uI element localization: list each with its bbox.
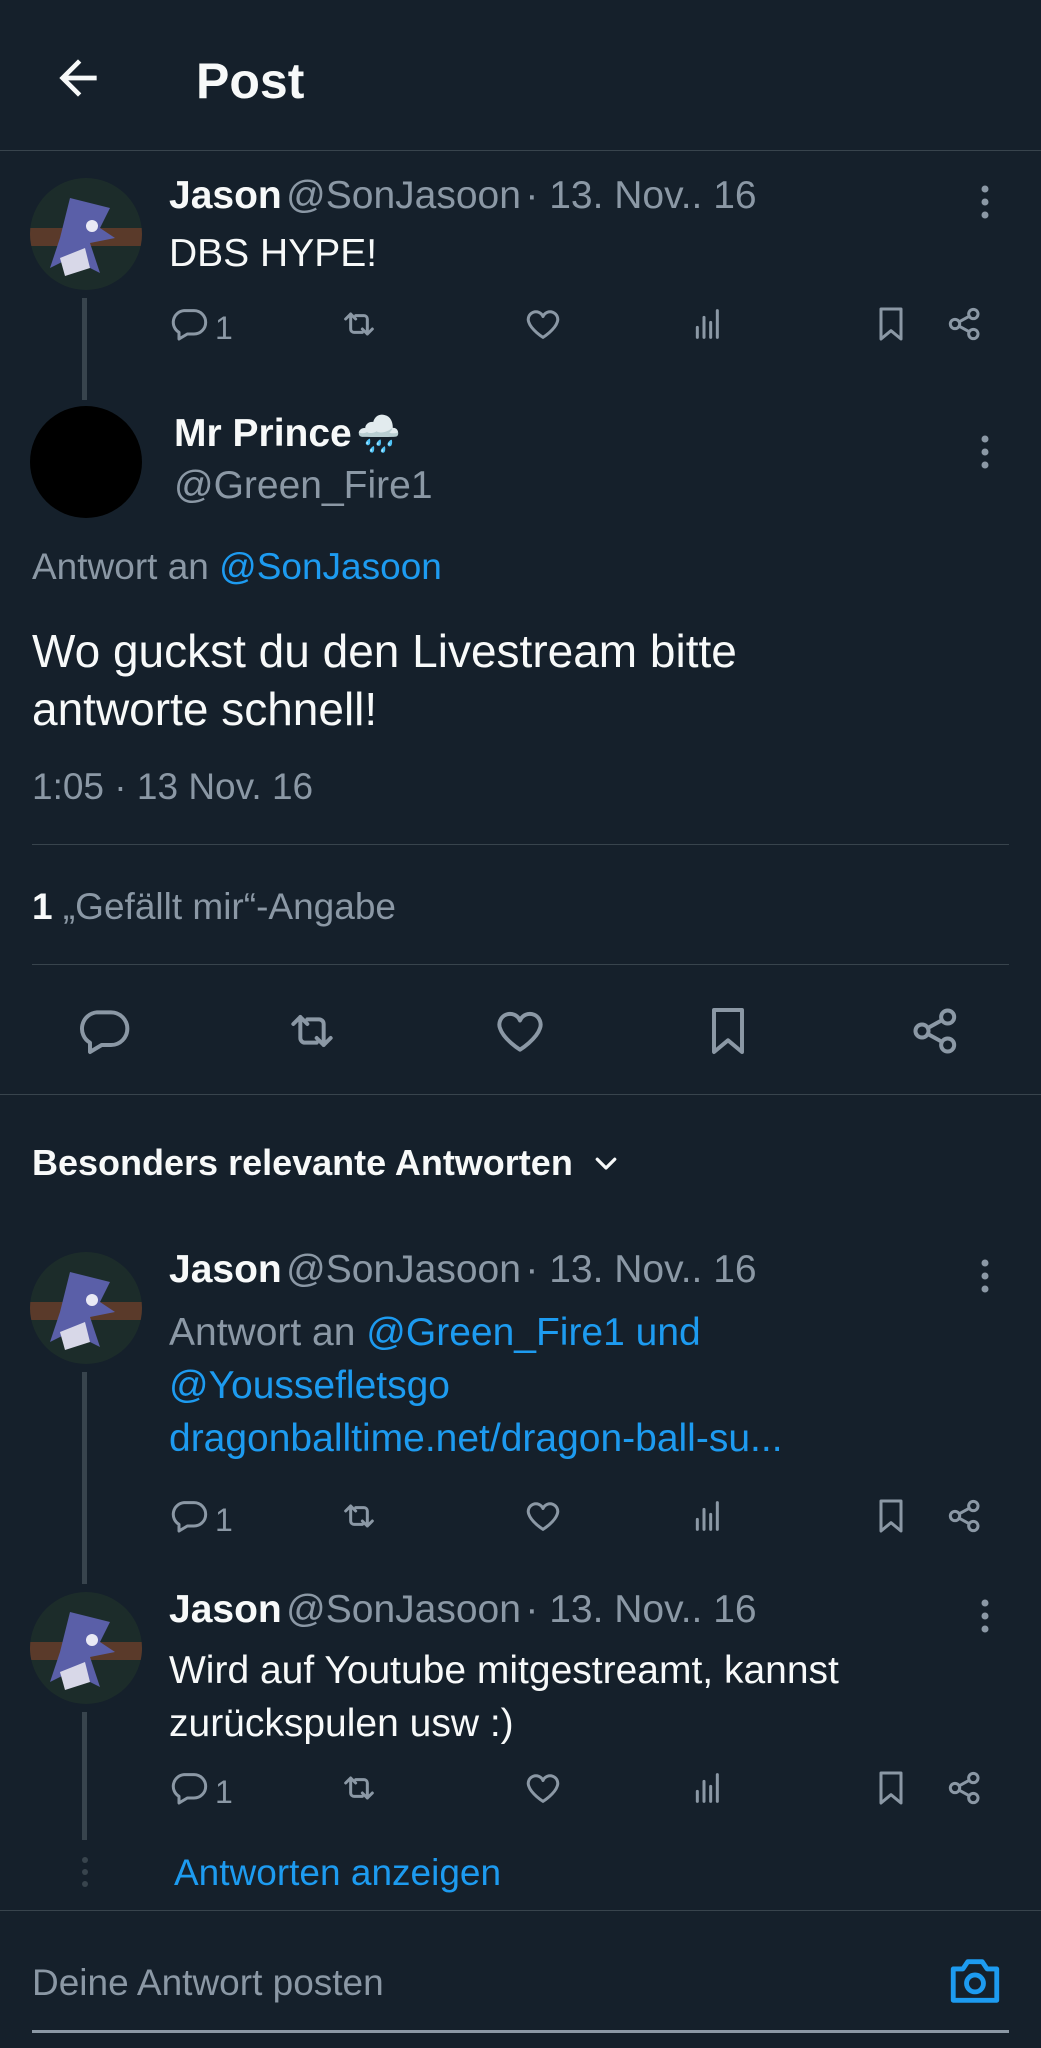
like-icon[interactable] xyxy=(523,1496,567,1540)
like-icon[interactable] xyxy=(523,304,567,348)
author-handle[interactable]: @Green_Fire1 xyxy=(174,464,433,508)
thread-line xyxy=(82,1712,87,1840)
top-bar: Post xyxy=(0,0,1041,151)
bookmark-icon[interactable] xyxy=(871,1496,915,1540)
views-icon[interactable] xyxy=(689,1768,733,1812)
thread-line xyxy=(82,298,87,400)
author-handle[interactable]: @SonJasoon xyxy=(286,1588,521,1631)
more-icon[interactable] xyxy=(980,1598,990,1634)
reply-icon[interactable] xyxy=(76,1003,132,1059)
bookmark-icon[interactable] xyxy=(871,1768,915,1812)
avatar[interactable] xyxy=(30,178,142,290)
avatar[interactable] xyxy=(30,406,142,518)
back-arrow-icon[interactable] xyxy=(50,50,106,106)
post-text: Wo guckst du den Livestream bitte antwor… xyxy=(32,625,737,735)
bookmark-icon[interactable] xyxy=(700,1003,756,1059)
avatar[interactable] xyxy=(30,1252,142,1364)
likes-summary[interactable]: 1 „Gefällt mir“-Angabe xyxy=(32,886,396,928)
divider xyxy=(32,964,1009,965)
reply-context: Antwort an @Green_Fire1 und @Yousseflets… xyxy=(169,1306,783,1465)
mention-link[interactable]: @Green_Fire1 und xyxy=(366,1311,700,1354)
reply-input[interactable]: Deine Antwort posten xyxy=(32,1962,384,2004)
share-icon[interactable] xyxy=(908,1003,964,1059)
share-icon[interactable] xyxy=(945,1768,989,1812)
reply-context: Antwort an @SonJasoon xyxy=(32,546,442,587)
retweet-icon[interactable] xyxy=(339,1768,383,1812)
reply-icon[interactable] xyxy=(169,1496,213,1540)
show-replies-link[interactable]: Antworten anzeigen xyxy=(174,1852,501,1894)
share-icon[interactable] xyxy=(945,304,989,348)
author-name[interactable]: Mr Prince xyxy=(174,412,352,455)
post-date: · 13. Nov.. 16 xyxy=(525,174,757,217)
post-text: DBS HYPE! xyxy=(169,232,378,275)
action-bar: 1 xyxy=(169,302,999,350)
reply-count: 1 xyxy=(215,1774,233,1810)
like-icon[interactable] xyxy=(523,1768,567,1812)
weather-emoji: 🌧️ xyxy=(356,413,402,454)
url-link[interactable]: dragonballtime.net/dragon-ball-su... xyxy=(169,1412,783,1465)
post-header: Mr Prince 🌧️ xyxy=(174,412,401,456)
replies-sort-selector[interactable]: Besonders relevante Antworten xyxy=(32,1142,621,1184)
author-name[interactable]: Jason xyxy=(169,1248,282,1291)
retweet-icon[interactable] xyxy=(284,1003,340,1059)
post-header: Jason @SonJasoon · 13. Nov.. 16 xyxy=(169,1248,757,1292)
author-handle[interactable]: @SonJasoon xyxy=(286,174,521,217)
post-date: · 13. Nov.. 16 xyxy=(525,1588,757,1631)
reply-icon[interactable] xyxy=(169,1768,213,1812)
action-bar: 1 xyxy=(169,1766,999,1814)
bookmark-icon[interactable] xyxy=(871,304,915,348)
main-action-bar xyxy=(0,995,1041,1069)
more-icon[interactable] xyxy=(980,184,990,220)
like-icon[interactable] xyxy=(492,1003,548,1059)
post-header: Jason @SonJasoon · 13. Nov.. 16 xyxy=(169,174,757,218)
mention-link[interactable]: @Youssefletsgo xyxy=(169,1359,783,1412)
likes-label: „Gefällt mir“-Angabe xyxy=(62,886,396,927)
more-icon[interactable] xyxy=(980,434,990,470)
author-name[interactable]: Jason xyxy=(169,1588,282,1631)
post-date: · 13. Nov.. 16 xyxy=(525,1248,757,1291)
post-header: Jason @SonJasoon · 13. Nov.. 16 xyxy=(169,1588,757,1632)
likes-count: 1 xyxy=(32,886,53,927)
camera-icon[interactable] xyxy=(946,1954,1004,2008)
retweet-icon[interactable] xyxy=(339,304,383,348)
page-title: Post xyxy=(196,53,305,109)
views-icon[interactable] xyxy=(689,1496,733,1540)
author-handle[interactable]: @SonJasoon xyxy=(286,1248,521,1291)
retweet-icon[interactable] xyxy=(339,1496,383,1540)
views-icon[interactable] xyxy=(689,304,733,348)
share-icon[interactable] xyxy=(945,1496,989,1540)
thread-line xyxy=(82,1372,87,1584)
divider xyxy=(0,1094,1041,1095)
thread-dots-icon xyxy=(80,1856,90,1888)
divider xyxy=(32,844,1009,845)
post-text: Wird auf Youtube mitgestreamt, kannst zu… xyxy=(169,1649,839,1745)
reply-count: 1 xyxy=(215,310,233,346)
divider xyxy=(0,1910,1041,1911)
input-underline xyxy=(32,2030,1009,2033)
avatar[interactable] xyxy=(30,1592,142,1704)
reply-icon[interactable] xyxy=(169,304,213,348)
chevron-down-icon xyxy=(591,1148,621,1178)
reply-count: 1 xyxy=(215,1502,233,1538)
more-icon[interactable] xyxy=(980,1258,990,1294)
mention-link[interactable]: @SonJasoon xyxy=(219,546,442,587)
action-bar: 1 xyxy=(169,1494,999,1542)
post-timestamp: 1:05 · 13 Nov. 16 xyxy=(32,766,314,807)
author-name[interactable]: Jason xyxy=(169,174,282,217)
